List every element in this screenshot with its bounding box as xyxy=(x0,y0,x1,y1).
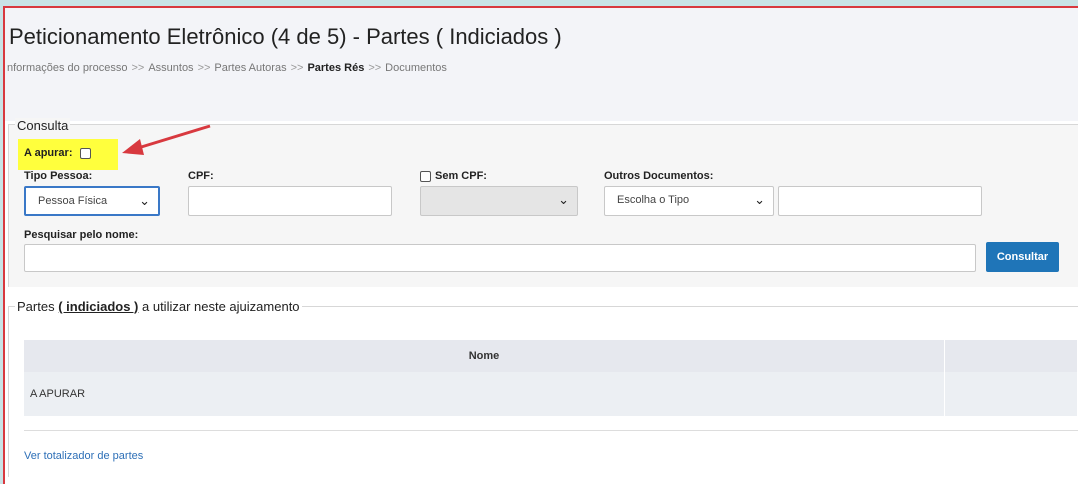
pesquisar-nome-input[interactable] xyxy=(24,244,976,272)
outros-documentos-input[interactable] xyxy=(778,186,982,216)
sem-cpf-checkbox[interactable] xyxy=(420,170,431,182)
partes-legend-link[interactable]: ( indiciados ) xyxy=(58,299,138,314)
a-apurar-checkbox[interactable] xyxy=(79,147,91,159)
tipo-pessoa-value: Pessoa Física xyxy=(38,195,108,207)
breadcrumb-item-partes-res: Partes Rés xyxy=(307,62,365,74)
outros-documentos-select[interactable]: Escolha o Tipo ⌄ xyxy=(604,186,774,216)
partes-legend-prefix: Partes xyxy=(17,299,55,314)
chevron-down-icon: ⌄ xyxy=(754,192,765,207)
consultar-button[interactable]: Consultar xyxy=(986,242,1059,272)
partes-legend-suffix: a utilizar neste ajuizamento xyxy=(142,299,300,314)
chevron-down-icon: ⌄ xyxy=(558,192,569,207)
sem-cpf-select[interactable]: ⌄ xyxy=(420,186,578,216)
breadcrumb-separator: >> xyxy=(368,62,382,74)
breadcrumb-item-partes-autoras[interactable]: Partes Autoras xyxy=(214,62,286,74)
cpf-label: CPF: xyxy=(188,170,214,182)
a-apurar-label: A apurar: xyxy=(24,147,73,159)
page-title: Peticionamento Eletrônico (4 de 5) - Par… xyxy=(9,24,562,49)
breadcrumb-separator: >> xyxy=(197,62,211,74)
outros-documentos-label: Outros Documentos: xyxy=(604,170,714,182)
sem-cpf-label: Sem CPF: xyxy=(435,170,487,182)
sem-cpf-field: Sem CPF: xyxy=(420,170,487,182)
totalizador-link[interactable]: Ver totalizador de partes xyxy=(24,450,143,462)
cpf-input[interactable] xyxy=(188,186,392,216)
breadcrumb-item-assuntos[interactable]: Assuntos xyxy=(148,62,193,74)
chevron-down-icon: ⌄ xyxy=(139,193,150,208)
a-apurar-field: A apurar: xyxy=(24,147,91,159)
table-cell-nome: A APURAR xyxy=(24,372,945,416)
breadcrumb: nformações do processo >> Assuntos >> Partes… xyxy=(7,62,447,74)
tipo-pessoa-label: Tipo Pessoa: xyxy=(24,170,93,182)
outros-documentos-value: Escolha o Tipo xyxy=(617,194,690,206)
table-row[interactable]: A APURAR xyxy=(24,372,1078,416)
page-header: Peticionamento Eletrônico (4 de 5) - Par… xyxy=(5,8,1078,121)
section-divider xyxy=(24,430,1078,431)
column-header-nome[interactable]: Nome xyxy=(24,340,945,372)
column-header-extra xyxy=(944,340,1078,372)
breadcrumb-separator: >> xyxy=(290,62,304,74)
tipo-pessoa-select[interactable]: Pessoa Física ⌄ xyxy=(24,186,160,216)
pesquisar-label: Pesquisar pelo nome: xyxy=(24,229,139,241)
table-cell-extra xyxy=(944,372,1078,416)
partes-legend: Partes ( indiciados ) a utilizar neste a… xyxy=(15,299,302,314)
partes-table: Nome A APURAR xyxy=(24,340,1078,416)
consulta-legend: Consulta xyxy=(15,118,71,133)
breadcrumb-separator: >> xyxy=(131,62,145,74)
table-header-row: Nome xyxy=(24,340,1078,372)
annotation-arrow-icon xyxy=(122,124,211,155)
breadcrumb-item-documentos[interactable]: Documentos xyxy=(385,62,447,74)
breadcrumb-item-informacoes[interactable]: nformações do processo xyxy=(7,62,127,74)
